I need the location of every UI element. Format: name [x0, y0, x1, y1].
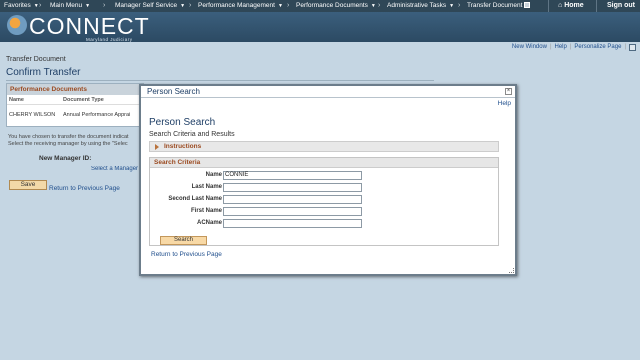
acname-label: ACName — [196, 220, 222, 226]
chevron-down-icon: ▼ — [85, 3, 91, 9]
performance-documents-grid: Performance Documents Name Document Type… — [6, 83, 144, 127]
chevron-down-icon: ▼ — [370, 3, 376, 9]
first-name-label: First Name — [190, 208, 222, 214]
nav-separator-icon: › — [39, 2, 42, 9]
page-options-icon[interactable] — [629, 43, 636, 51]
new-manager-label: New Manager ID: — [39, 155, 92, 162]
field-row-second-last-name: Second Last Name — [150, 195, 500, 204]
nav-divider — [548, 0, 549, 12]
instructions-label: Instructions — [164, 143, 202, 150]
close-icon[interactable]: × — [505, 88, 512, 95]
modal-help-link[interactable]: Help — [498, 100, 511, 107]
nav-item-performance-documents[interactable]: Performance Documents ▼ — [296, 0, 376, 12]
personalize-page-link[interactable]: Personalize Page — [574, 44, 621, 50]
name-label: Name — [205, 172, 222, 178]
banner: CONNECT Maryland Judiciary — [0, 12, 640, 42]
field-row-last-name: Last Name — [150, 183, 500, 192]
modal-heading: Person Search — [149, 117, 216, 128]
home-icon: ⌂ — [558, 2, 563, 9]
nav-item-manager-self-service[interactable]: Manager Self Service ▼ — [115, 0, 185, 12]
page-content: New Window | Help | Personalize Page | T… — [0, 42, 640, 360]
main-menu[interactable]: Main Menu ▼ — [50, 0, 90, 12]
chevron-down-icon: ▼ — [449, 3, 455, 9]
field-row-name: Name CONNIE — [150, 171, 500, 180]
breadcrumb: Transfer Document — [6, 56, 66, 63]
top-nav: Favorites ▼ › Main Menu ▼ › Manager Self S… — [0, 0, 640, 12]
nav-separator-icon: › — [189, 2, 192, 9]
signout-link[interactable]: Sign out — [607, 0, 635, 12]
second-last-name-input[interactable] — [223, 195, 362, 204]
nav-separator-icon: › — [458, 2, 461, 9]
person-search-modal: Person Search × Help Person Search Searc… — [139, 84, 517, 276]
divider — [6, 80, 434, 81]
transfer-message: You have chosen to transfer the document… — [8, 134, 142, 148]
modal-title: Person Search — [147, 87, 200, 96]
return-to-previous-page-link[interactable]: Return to Previous Page — [49, 185, 120, 192]
logo-text: CONNECT — [29, 13, 150, 39]
window-icon — [524, 2, 531, 9]
favorites-menu[interactable]: Favorites ▼ — [4, 0, 39, 12]
chevron-down-icon: ▼ — [277, 3, 283, 9]
utility-bar: New Window | Help | Personalize Page | — [512, 42, 636, 52]
cell-document-type: Annual Performance Apprai — [63, 112, 131, 118]
first-name-input[interactable] — [223, 207, 362, 216]
search-criteria-box: Search Criteria Name CONNIE Last Name Se… — [149, 157, 499, 246]
message-line: You have chosen to transfer the document… — [8, 134, 129, 140]
save-button[interactable]: Save — [9, 180, 47, 190]
separator: | — [569, 44, 572, 50]
chevron-down-icon: ▼ — [180, 3, 186, 9]
select-manager-link[interactable]: Select a Manager — [91, 166, 141, 172]
criteria-title: Search Criteria — [150, 158, 498, 168]
nav-item-transfer-document[interactable]: Transfer Document — [467, 0, 531, 12]
second-last-name-label: Second Last Name — [168, 196, 222, 202]
modal-subheading: Search Criteria and Results — [149, 131, 235, 138]
expand-arrow-icon — [155, 144, 159, 150]
table-row: CHERRY WILSON Annual Performance Apprai — [7, 105, 143, 125]
home-link[interactable]: ⌂ Home — [558, 0, 584, 12]
grid-header-row: Name Document Type — [7, 95, 143, 105]
field-row-first-name: First Name — [150, 207, 500, 216]
modal-title-bar: Person Search × — [141, 86, 515, 98]
nav-item-administrative-tasks[interactable]: Administrative Tasks ▼ — [387, 0, 454, 12]
logo-icon — [7, 15, 27, 35]
nav-separator-icon: › — [103, 2, 106, 9]
modal-return-link[interactable]: Return to Previous Page — [151, 251, 222, 258]
separator: | — [549, 44, 552, 50]
new-window-link[interactable]: New Window — [512, 44, 547, 50]
page-title: Confirm Transfer — [6, 67, 81, 78]
help-link[interactable]: Help — [555, 44, 567, 50]
grid-title: Performance Documents — [7, 84, 143, 95]
cell-name: CHERRY WILSON — [9, 112, 56, 118]
resize-grip-icon[interactable] — [509, 268, 514, 273]
separator: | — [624, 44, 626, 50]
last-name-label: Last Name — [191, 184, 222, 190]
field-row-acname: ACName — [150, 219, 500, 228]
nav-separator-icon: › — [287, 2, 290, 9]
search-button[interactable]: Search — [160, 236, 207, 245]
message-line: Select the receiving manager by using th… — [8, 141, 128, 147]
instructions-toggle[interactable]: Instructions — [149, 141, 499, 152]
chevron-down-icon: ▼ — [33, 3, 39, 9]
nav-item-performance-management[interactable]: Performance Management ▼ — [198, 0, 283, 12]
nav-divider — [596, 0, 597, 12]
last-name-input[interactable] — [223, 183, 362, 192]
nav-separator-icon: › — [378, 2, 381, 9]
column-header-document-type: Document Type — [63, 97, 104, 103]
acname-input[interactable] — [223, 219, 362, 228]
name-input[interactable]: CONNIE — [223, 171, 362, 180]
column-header-name: Name — [9, 97, 24, 103]
